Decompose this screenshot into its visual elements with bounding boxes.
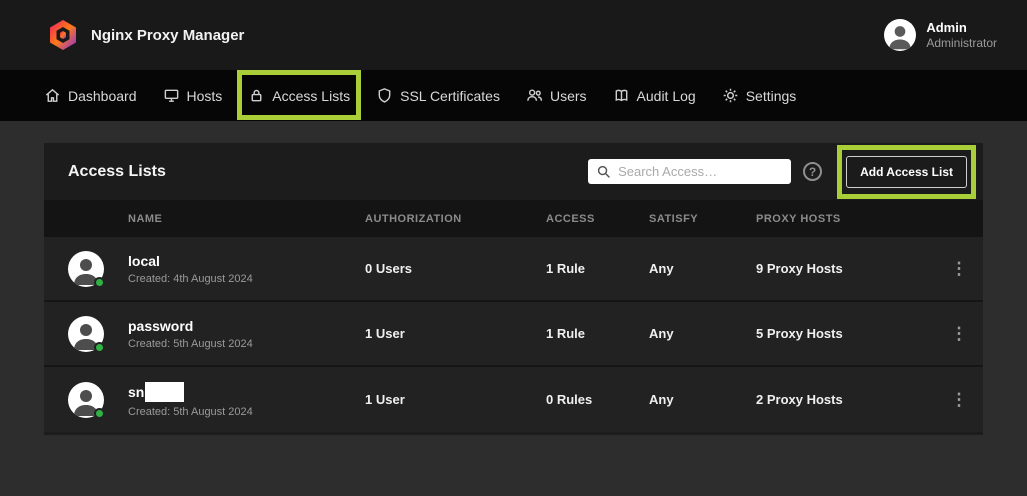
user-menu[interactable]: Admin Administrator [884, 19, 997, 51]
proxy-hosts-value: 9 Proxy Hosts [756, 261, 935, 276]
search-icon [596, 164, 611, 179]
table-row[interactable]: sn Created: 5th August 2024 1 User 0 Rul… [44, 367, 983, 432]
add-access-list-button[interactable]: Add Access List [846, 156, 967, 188]
book-icon [613, 87, 630, 104]
user-avatar [884, 19, 916, 51]
nav-label: Dashboard [68, 88, 137, 104]
table-header: NAME AUTHORIZATION ACCESS SATISFY PROXY … [44, 200, 983, 237]
redaction-box [145, 382, 184, 402]
proxy-hosts-value: 5 Proxy Hosts [756, 326, 935, 341]
access-value: 1 Rule [546, 261, 649, 276]
users-icon [526, 87, 543, 104]
nav-item-audit-log[interactable]: Audit Log [613, 87, 696, 104]
column-header-authorization: AUTHORIZATION [365, 213, 546, 225]
column-header-access: ACCESS [546, 213, 649, 225]
row-menu-button[interactable]: ⋮ [935, 324, 983, 344]
row-menu-button[interactable]: ⋮ [935, 390, 983, 410]
nav-label: Audit Log [637, 88, 696, 104]
status-dot [94, 408, 105, 419]
nav-item-dashboard[interactable]: Dashboard [44, 87, 137, 104]
app-title: Nginx Proxy Manager [91, 27, 244, 44]
main-nav: Dashboard Hosts Access Lists SSL Certifi… [0, 70, 1027, 121]
main-content: Access Lists ? Add Access List NAME AUTH… [0, 121, 1027, 435]
authorization-value: 0 Users [365, 261, 546, 276]
satisfy-value: Any [649, 392, 756, 407]
nav-item-users[interactable]: Users [526, 87, 587, 104]
access-lists-card: Access Lists ? Add Access List NAME AUTH… [44, 143, 983, 435]
avatar [68, 382, 104, 418]
app-header: Nginx Proxy Manager Admin Administrator [0, 0, 1027, 70]
table-row[interactable]: password Created: 5th August 2024 1 User… [44, 302, 983, 367]
user-name: Admin [926, 20, 997, 35]
access-list-name: local [128, 253, 365, 269]
access-value: 1 Rule [546, 326, 649, 341]
card-header: Access Lists ? Add Access List [44, 143, 983, 200]
avatar [68, 316, 104, 352]
access-value: 0 Rules [546, 392, 649, 407]
search-input[interactable] [618, 164, 783, 179]
satisfy-value: Any [649, 261, 756, 276]
table-row[interactable]: local Created: 4th August 2024 0 Users 1… [44, 237, 983, 302]
column-header-satisfy: SATISFY [649, 213, 756, 225]
nav-label: Settings [746, 88, 797, 104]
nav-item-ssl-certificates[interactable]: SSL Certificates [376, 87, 500, 104]
home-icon [44, 87, 61, 104]
nav-label: Access Lists [272, 88, 350, 104]
satisfy-value: Any [649, 326, 756, 341]
lock-icon [248, 87, 265, 104]
nav-label: Users [550, 88, 587, 104]
nav-label: SSL Certificates [400, 88, 500, 104]
nav-item-hosts[interactable]: Hosts [163, 87, 223, 104]
created-date: Created: 5th August 2024 [128, 338, 365, 350]
nav-item-settings[interactable]: Settings [722, 87, 797, 104]
created-date: Created: 4th August 2024 [128, 273, 365, 285]
help-icon[interactable]: ? [803, 162, 822, 181]
authorization-value: 1 User [365, 392, 546, 407]
nav-label: Hosts [187, 88, 223, 104]
authorization-value: 1 User [365, 326, 546, 341]
app-logo-icon [48, 19, 78, 51]
search-box [588, 159, 791, 184]
column-header-proxy-hosts: PROXY HOSTS [756, 213, 935, 225]
access-list-name: sn [128, 382, 365, 402]
access-list-name: password [128, 318, 365, 334]
gear-icon [722, 87, 739, 104]
row-menu-button[interactable]: ⋮ [935, 259, 983, 279]
created-date: Created: 5th August 2024 [128, 406, 365, 418]
status-dot [94, 277, 105, 288]
nav-item-access-lists[interactable]: Access Lists [248, 87, 350, 104]
shield-icon [376, 87, 393, 104]
column-header-name: NAME [128, 213, 365, 225]
user-role: Administrator [926, 36, 997, 50]
status-dot [94, 342, 105, 353]
proxy-hosts-value: 2 Proxy Hosts [756, 392, 935, 407]
monitor-icon [163, 87, 180, 104]
page-title: Access Lists [68, 163, 166, 181]
avatar [68, 251, 104, 287]
